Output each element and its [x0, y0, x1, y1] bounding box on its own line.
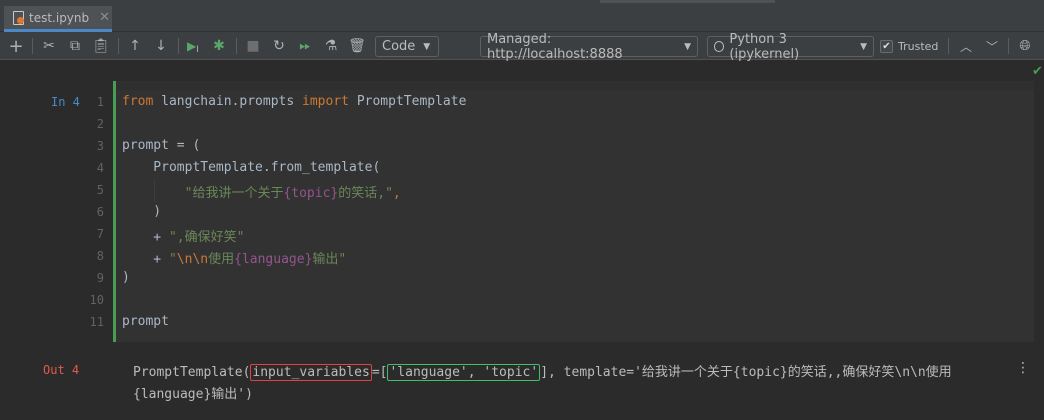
restart-icon[interactable]: ↻: [268, 35, 290, 57]
string-literal: ",确保好笑": [168, 230, 245, 245]
code-line-11[interactable]: prompt: [122, 314, 169, 329]
kernel-select[interactable]: Python 3 (ipykernel) ▼: [707, 32, 874, 62]
code-line-3[interactable]: prompt = (: [122, 138, 200, 153]
highlight-variable-list: 'language', 'topic': [387, 364, 541, 381]
toolbar-separator: [1008, 38, 1009, 54]
class-name: PromptTemplate: [349, 94, 467, 109]
top-divider: [600, 0, 775, 3]
code-line-7[interactable]: + ",确保好笑": [122, 226, 244, 245]
string-literal: 输出": [312, 252, 347, 267]
check-icon: ✔: [1032, 64, 1043, 79]
kernel-value: Python 3 (ipykernel): [729, 31, 800, 62]
cell-top-strip: [116, 81, 1034, 90]
chevron-down-icon: ▼: [684, 41, 691, 52]
line-number: 3: [96, 139, 104, 153]
add-cell-icon[interactable]: +: [5, 35, 27, 57]
keyword: import: [302, 94, 349, 109]
highlight-input-variables: input_variables: [250, 364, 372, 381]
cell-type-select[interactable]: Code ▼: [375, 36, 439, 57]
toolbar-separator: [118, 38, 119, 54]
string-literal: "给我讲一个关于: [184, 186, 284, 201]
trusted-label: Trusted: [898, 40, 939, 53]
string-literal: 的笑话,": [338, 186, 393, 201]
cell-selection-bar: [113, 81, 116, 342]
run-all-icon[interactable]: ⏩︎: [294, 35, 316, 57]
string-literal: 使用: [208, 252, 235, 267]
cell-type-value: Code: [382, 39, 416, 54]
line-number: 8: [96, 249, 104, 263]
line-number: 1: [96, 95, 104, 109]
toolbar-separator: [948, 38, 949, 54]
output-text: =[: [371, 365, 388, 380]
comma: ,: [392, 186, 401, 201]
code-cell[interactable]: [116, 90, 1034, 342]
output-prompt: Out 4: [43, 363, 80, 377]
collapse-up-icon[interactable]: ︿: [955, 35, 977, 57]
collapse-down-icon[interactable]: ﹀: [981, 35, 1003, 57]
stop-icon[interactable]: ■: [242, 35, 264, 57]
code-line-6[interactable]: ): [122, 204, 161, 219]
chevron-down-icon: ▼: [423, 41, 431, 52]
server-select[interactable]: Managed: http://localhost:8888 ▼: [480, 32, 698, 62]
input-prompt: In 4: [51, 95, 80, 109]
trusted-checkbox[interactable]: ✔: [880, 40, 893, 53]
move-down-icon[interactable]: ↓: [150, 35, 172, 57]
line-number: 5: [96, 183, 104, 197]
notebook-file-icon: [12, 11, 24, 25]
tab-filename: test.ipynb: [29, 10, 90, 25]
line-number: 4: [96, 161, 104, 175]
move-up-icon[interactable]: ↑: [124, 35, 146, 57]
toolbar-separator: [236, 38, 237, 54]
kernel-status-icon: [714, 41, 725, 52]
output-line-2: {language}输出'): [133, 387, 253, 402]
line-number: 10: [89, 293, 104, 307]
code-line-1[interactable]: from langchain.prompts import PromptTemp…: [122, 94, 466, 109]
output-line-1: PromptTemplate(input_variables =['languag…: [133, 361, 952, 381]
code-line-9[interactable]: ): [122, 270, 130, 285]
code-line-8[interactable]: + "\n\n使用{language}输出": [122, 248, 346, 267]
keyword: from: [122, 94, 154, 109]
line-number: 2: [96, 117, 104, 131]
code-line-4[interactable]: PromptTemplate.from_template(: [122, 160, 380, 175]
paste-icon[interactable]: 📋︎: [90, 35, 112, 57]
server-value: Managed: http://localhost:8888: [487, 31, 623, 62]
code-line-5[interactable]: "给我讲一个关于{topic}的笑话,",: [122, 182, 401, 201]
cut-icon[interactable]: ✂: [38, 35, 60, 57]
line-number: 7: [96, 227, 104, 241]
escape-sequence: \n\n: [176, 252, 209, 267]
line-number: 11: [89, 315, 104, 329]
format-field: {language}: [234, 252, 313, 267]
browser-icon[interactable]: 🌐︎: [1014, 35, 1036, 57]
operator: +: [122, 230, 169, 245]
trusted-toggle[interactable]: ✔ Trusted: [880, 40, 938, 53]
run-cell-icon[interactable]: ▶ I: [182, 35, 204, 57]
tab-test-ipynb[interactable]: test.ipynb ✕: [4, 6, 112, 32]
toolbar-separator: [178, 38, 179, 54]
format-field: {topic}: [283, 186, 339, 201]
close-icon[interactable]: ✕: [99, 10, 110, 25]
toolbar-separator: [32, 38, 33, 54]
chevron-down-icon: ▼: [860, 41, 867, 52]
delete-icon[interactable]: 🗑︎: [346, 35, 368, 57]
string-literal: ": [168, 252, 177, 267]
copy-icon[interactable]: ⧉: [64, 35, 86, 57]
notebook-toolbar: + ✂ ⧉ 📋︎ ↑ ↓ ▶ I ✱ ■ ↻ ⏩︎ ⚗ 🗑︎ Code ▼ Man…: [0, 32, 1044, 62]
line-number: 9: [96, 271, 104, 285]
operator: +: [122, 252, 169, 267]
line-number: 6: [96, 205, 104, 219]
more-options-icon[interactable]: ⋮: [1016, 360, 1030, 376]
clear-icon[interactable]: ⚗: [320, 35, 342, 57]
debug-icon[interactable]: ✱: [208, 35, 230, 57]
output-text: PromptTemplate(: [133, 365, 251, 380]
module-name: langchain.prompts: [153, 94, 303, 109]
output-text: ], template='给我讲一个关于{topic}的笑话,,确保好笑\n\n…: [540, 365, 952, 380]
tab-bar: test.ipynb ✕: [0, 0, 1044, 32]
